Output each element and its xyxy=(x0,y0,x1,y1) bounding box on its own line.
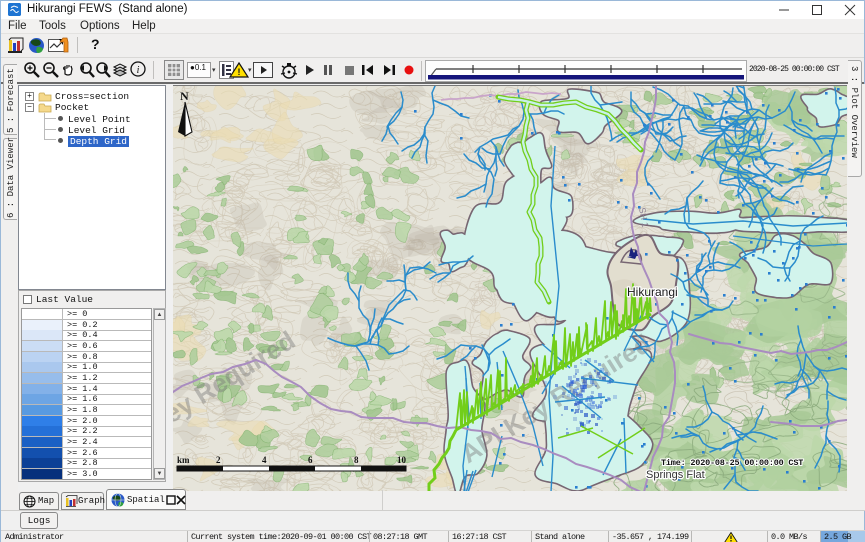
svg-text:6: 6 xyxy=(308,455,313,465)
svg-text:km: km xyxy=(177,455,190,465)
svg-text:2: 2 xyxy=(216,455,221,465)
svg-text:i: i xyxy=(137,65,140,76)
svg-text:10: 10 xyxy=(397,455,407,465)
svg-text:Time: 2020-08-25 00:00:00 CST: Time: 2020-08-25 00:00:00 CST xyxy=(661,458,803,468)
svg-text:8: 8 xyxy=(354,455,359,465)
svg-text:!: ! xyxy=(238,67,241,77)
svg-text:Hikurangi: Hikurangi xyxy=(627,285,678,299)
svg-text:N: N xyxy=(180,89,189,103)
svg-text:4: 4 xyxy=(262,455,267,465)
svg-text:Springs Flat: Springs Flat xyxy=(646,469,705,481)
